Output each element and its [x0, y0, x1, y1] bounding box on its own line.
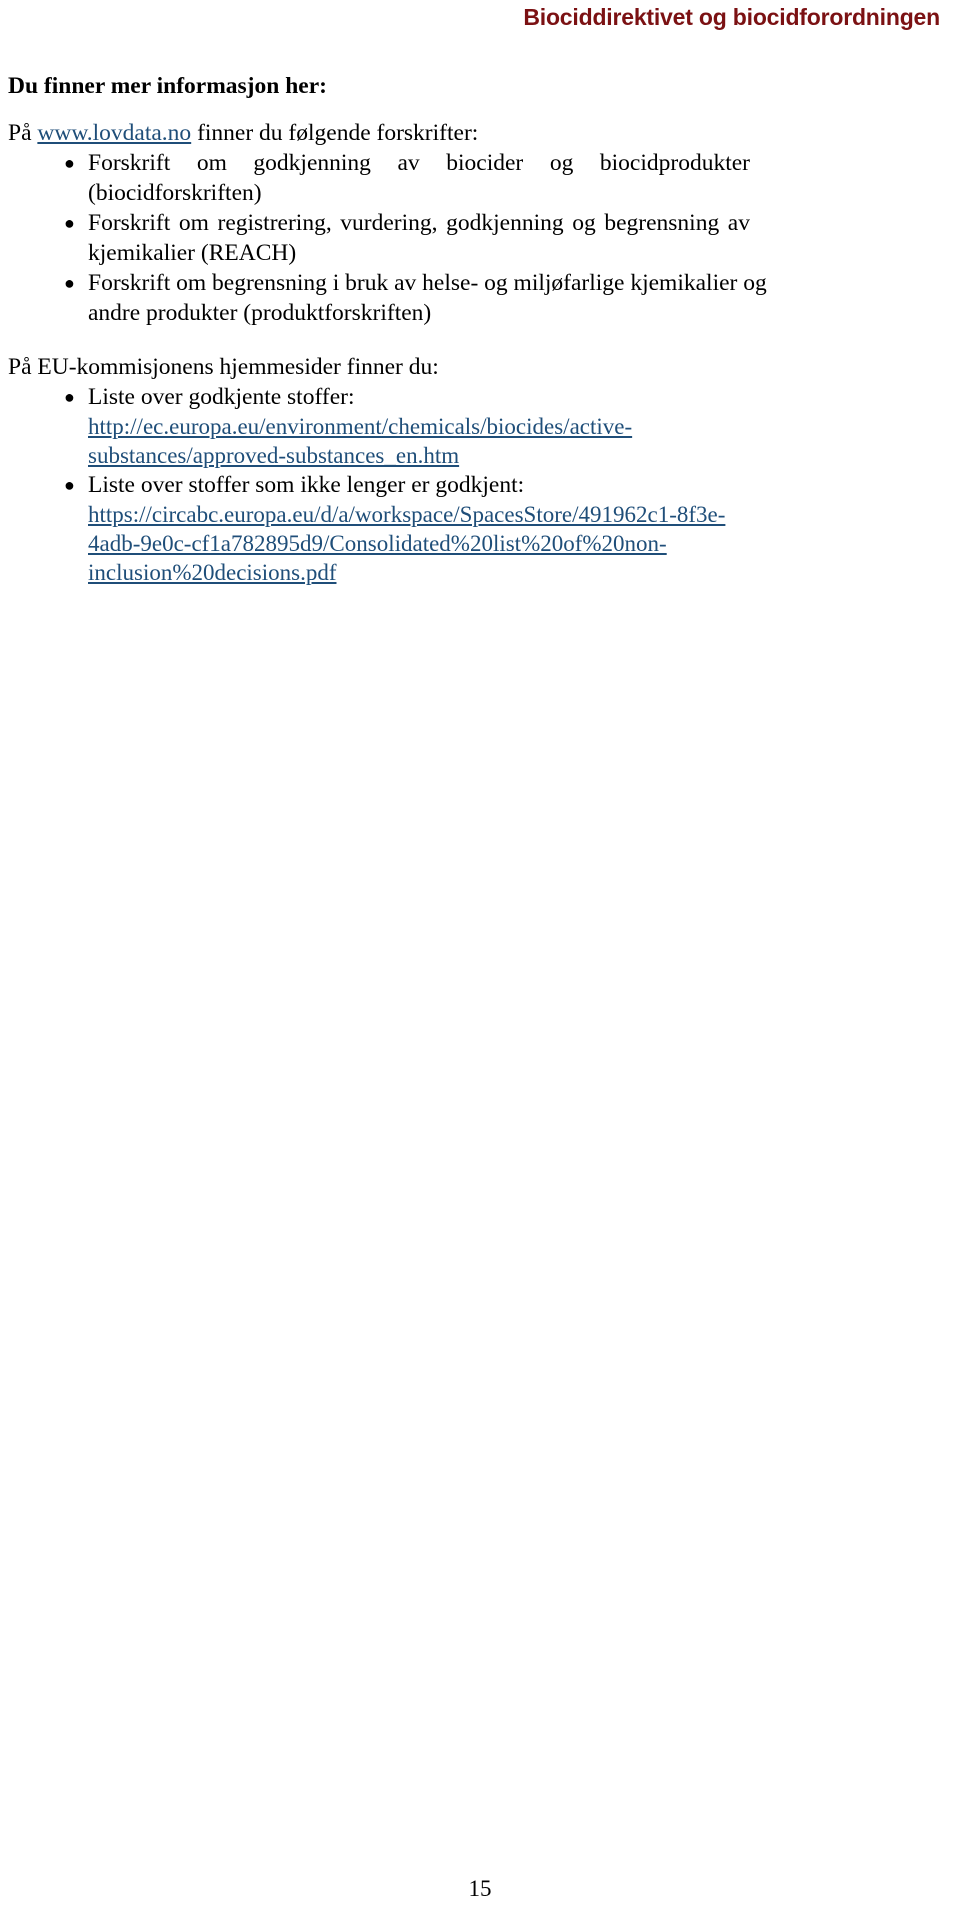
lovdata-lead-prefix: På	[8, 120, 38, 146]
non-inclusion-link-line-1[interactable]: https://circabc.europa.eu/d/a/workspace/…	[88, 500, 768, 529]
bullet-dot-icon: ●	[64, 475, 75, 495]
forskrifter-list: ● Forskrift om godkjenning av biocider o…	[8, 148, 768, 328]
bullet-dot-icon: ●	[64, 387, 75, 407]
list-item-label: Forskrift om begrensning i bruk av helse…	[88, 270, 767, 326]
eu-commission-lead-line: På EU-kommisjonens hjemmesider finner du…	[8, 354, 439, 380]
list-item-label: Forskrift om godkjenning av biocider og …	[88, 150, 750, 206]
list-item: ● Forskrift om begrensning i bruk av hel…	[8, 268, 768, 328]
non-inclusion-link-line-2[interactable]: 4adb-9e0c-cf1a782895d9/Consolidated%20li…	[88, 529, 768, 558]
list-item: ● Liste over godkjente stoffer: http://e…	[8, 382, 768, 470]
list-item: ● Forskrift om registrering, vurdering, …	[8, 208, 768, 268]
approved-substances-link-line-1[interactable]: http://ec.europa.eu/environment/chemical…	[88, 412, 768, 441]
bullet-dot-icon: ●	[64, 153, 75, 173]
page-title: Du finner mer informasjon her:	[8, 73, 327, 99]
lovdata-lead-suffix: finner du følgende forskrifter:	[191, 120, 479, 146]
list-item-label: Forskrift om registrering, vurdering, go…	[88, 210, 750, 266]
bullet-dot-icon: ●	[64, 273, 75, 293]
lovdata-link[interactable]: www.lovdata.no	[37, 120, 191, 146]
eu-commission-list: ● Liste over godkjente stoffer: http://e…	[8, 382, 768, 587]
document-header-title: Biociddirektivet og biocidforordningen	[523, 4, 940, 30]
lovdata-lead-line: På www.lovdata.no finner du følgende for…	[8, 118, 768, 148]
list-item: ● Liste over stoffer som ikke lenger er …	[8, 470, 768, 587]
approved-substances-link-line-2[interactable]: substances/approved-substances_en.htm	[88, 441, 768, 470]
page-number: 15	[468, 1876, 492, 1901]
document-page: Biociddirektivet og biocidforordningen D…	[0, 0, 960, 1924]
list-item: ● Forskrift om godkjenning av biocider o…	[8, 148, 768, 208]
bullet-dot-icon: ●	[64, 213, 75, 233]
document-body: Du finner mer informasjon her: På www.lo…	[8, 72, 768, 587]
non-inclusion-link-line-3[interactable]: inclusion%20decisions.pdf	[88, 558, 768, 587]
list-item-label: Liste over stoffer som ikke lenger er go…	[88, 472, 525, 498]
list-item-label: Liste over godkjente stoffer:	[88, 384, 355, 410]
